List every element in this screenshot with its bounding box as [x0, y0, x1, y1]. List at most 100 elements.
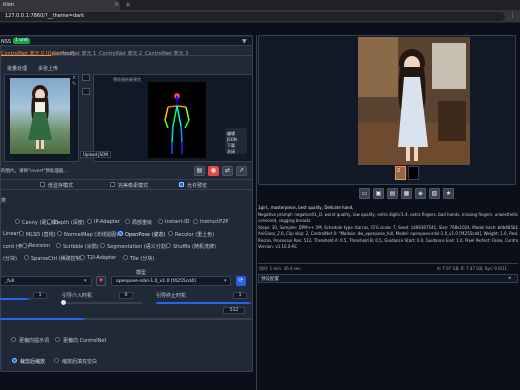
radio-recolor[interactable] — [168, 231, 173, 236]
controlnet-header[interactable] — [0, 37, 252, 46]
type-sparsectrl[interactable]: SparseCtrl (稀疏控制) — [31, 255, 83, 262]
radio-shuffle[interactable] — [166, 243, 171, 248]
radio-instructp2p[interactable] — [193, 219, 198, 224]
radio-revision[interactable] — [22, 243, 27, 248]
prefer-prompt-label[interactable]: 更偏向提示词 — [19, 337, 49, 344]
allow-preview-checkbox[interactable] — [179, 182, 184, 187]
radio-canny[interactable] — [15, 219, 20, 224]
subtab-batch[interactable]: 批量处理 — [7, 65, 27, 72]
new-tab-icon[interactable]: + — [125, 0, 131, 10]
radio-tile[interactable] — [123, 255, 128, 260]
camera-icon[interactable]: ● — [208, 166, 219, 176]
collapse-icon[interactable]: ▼ — [242, 38, 247, 45]
type-depth[interactable]: Depth (深度) — [54, 219, 85, 226]
send-extras-icon[interactable]: ▧ — [429, 188, 440, 199]
address-bar[interactable]: 127.0.0.1:7860/?__theme=dark — [0, 12, 505, 21]
type-segmentation[interactable]: Segmentation (语义分割) — [107, 243, 168, 250]
browser-menu-icon[interactable]: ⋮ — [509, 11, 516, 19]
zip-icon[interactable]: ▤ — [387, 188, 398, 199]
edit-input-icon[interactable]: ✎ — [72, 81, 76, 87]
tab-unit-1[interactable]: ControlNet 单元 1 — [53, 50, 96, 57]
type-tile-partial[interactable]: (分块) — [3, 255, 17, 262]
send-inpaint-icon[interactable]: ◈ — [415, 188, 426, 199]
info-line: Version: v1.10.0-RC — [258, 244, 298, 249]
star-icon[interactable]: ★ — [443, 188, 454, 199]
radio-t2i-adapter[interactable] — [80, 255, 85, 260]
pixel-perfect-checkbox[interactable] — [110, 182, 115, 187]
thumb-2[interactable] — [408, 166, 419, 180]
subtab-multi-upload[interactable]: 多张上传 — [38, 65, 58, 72]
radio-prefer-controlnet[interactable] — [55, 337, 60, 342]
end-input[interactable]: 1 — [233, 292, 247, 299]
swap-icon[interactable]: ⇄ — [222, 166, 233, 176]
type-instructp2p[interactable]: InstructP2P — [200, 219, 228, 225]
type-mlsd[interactable]: MLSD (直线) — [26, 231, 56, 238]
type-openpose[interactable]: OpenPose (姿态) — [125, 231, 165, 238]
type-t2i-adapter[interactable]: T2I-Adapter — [87, 255, 116, 261]
crop-resize-label[interactable]: 裁剪后缩放 — [20, 358, 45, 365]
preprocessor-select[interactable]: _full — [0, 276, 92, 286]
start-input[interactable]: 0 — [119, 292, 133, 299]
side-close-button[interactable]: 关闭 — [227, 149, 235, 155]
radio-prefer-prompt[interactable] — [11, 337, 16, 342]
allow-preview-label: 允许预览 — [187, 183, 208, 189]
end-fill — [156, 302, 250, 304]
radio-inpaint[interactable] — [125, 219, 130, 224]
start-slider-handle[interactable] — [61, 300, 66, 305]
radio-resize-fill[interactable] — [54, 358, 59, 363]
folder-icon[interactable]: ▭ — [359, 188, 370, 199]
radio-openpose[interactable] — [118, 231, 123, 236]
preset-accordion[interactable] — [258, 274, 518, 283]
type-scribble[interactable]: Scribble (涂鸦) — [63, 243, 99, 250]
radio-ip-adapter[interactable] — [87, 219, 92, 224]
radio-sparsectrl[interactable] — [24, 255, 29, 260]
type-lineart[interactable]: Lineart — [3, 231, 21, 237]
start-slider[interactable] — [62, 302, 142, 304]
type-instant-id[interactable]: Instant-ID — [165, 219, 190, 225]
model-dropdown-icon[interactable]: ▾ — [224, 278, 227, 284]
radio-normalmap[interactable] — [57, 231, 62, 236]
vram-usage: A: 7.97 GB, R: 7.47 GB, Sys: 9.0/11 — [437, 266, 508, 271]
type-tile[interactable]: Tile (分块) — [130, 255, 154, 262]
refresh-models-icon[interactable]: ⟳ — [236, 276, 246, 286]
output-image[interactable] — [358, 37, 470, 165]
weight-input[interactable]: 1 — [33, 292, 47, 299]
send-size-icon[interactable]: ↗ — [236, 166, 247, 176]
type-shuffle[interactable]: Shuffle (随机洗牌) — [173, 243, 216, 250]
low-vram-checkbox[interactable] — [40, 182, 45, 187]
model-select[interactable]: openpose-sdxl-1.0_v1.0 [f4255cd4] — [111, 276, 231, 286]
preprocessor-dropdown-icon[interactable]: ▾ — [84, 278, 87, 284]
side-json-button[interactable]: JSON — [227, 137, 237, 142]
new-canvas-icon[interactable]: ▤ — [194, 166, 205, 176]
browser-tab[interactable]: ition — [0, 0, 120, 10]
prefer-controlnet-label[interactable]: 更偏向 ControlNet — [63, 337, 106, 344]
upload-json-button[interactable]: Upload JSON — [80, 151, 112, 158]
hint-text: 的图片。请将"invert"预处理器... — [1, 169, 68, 174]
tab-unit-3[interactable]: ControlNet 单元 3 — [145, 50, 188, 57]
radio-crop-resize[interactable] — [12, 358, 17, 363]
type-revision[interactable]: Revision — [29, 243, 50, 249]
send-img2img-icon[interactable]: ▦ — [401, 188, 412, 199]
preview-toggle-2[interactable] — [82, 88, 90, 95]
preset-expand-icon[interactable]: ◂ — [508, 275, 511, 281]
resolution-input[interactable]: 512 — [223, 307, 245, 314]
start-label: 引导介入时机 — [62, 293, 93, 299]
info-divider — [258, 263, 518, 264]
radio-mlsd[interactable] — [19, 231, 24, 236]
radio-instant-id[interactable] — [158, 219, 163, 224]
type-canny[interactable]: Canny (硬边缘) — [22, 219, 58, 226]
type-inpaint[interactable]: 局部重绘 — [132, 219, 152, 226]
resize-fill-label[interactable]: 缩放后填充空白 — [62, 358, 97, 365]
tab-unit-2[interactable]: ControlNet 单元 2 — [99, 50, 142, 57]
thumb-count: 2 — [397, 168, 401, 174]
run-preprocessor-icon[interactable]: ✸ — [96, 276, 106, 286]
type-ip-adapter[interactable]: IP-Adapter — [94, 219, 120, 225]
save-icon[interactable]: ▣ — [373, 188, 384, 199]
radio-depth[interactable] — [47, 219, 52, 224]
preview-toggle-1[interactable] — [82, 74, 90, 81]
type-recolor[interactable]: Recolor (重上色) — [175, 231, 214, 238]
radio-segmentation[interactable] — [100, 243, 105, 248]
type-normalmap[interactable]: NormalMap (法线贴图) — [64, 231, 118, 238]
close-tab-icon[interactable]: × — [114, 0, 119, 10]
radio-scribble[interactable] — [56, 243, 61, 248]
